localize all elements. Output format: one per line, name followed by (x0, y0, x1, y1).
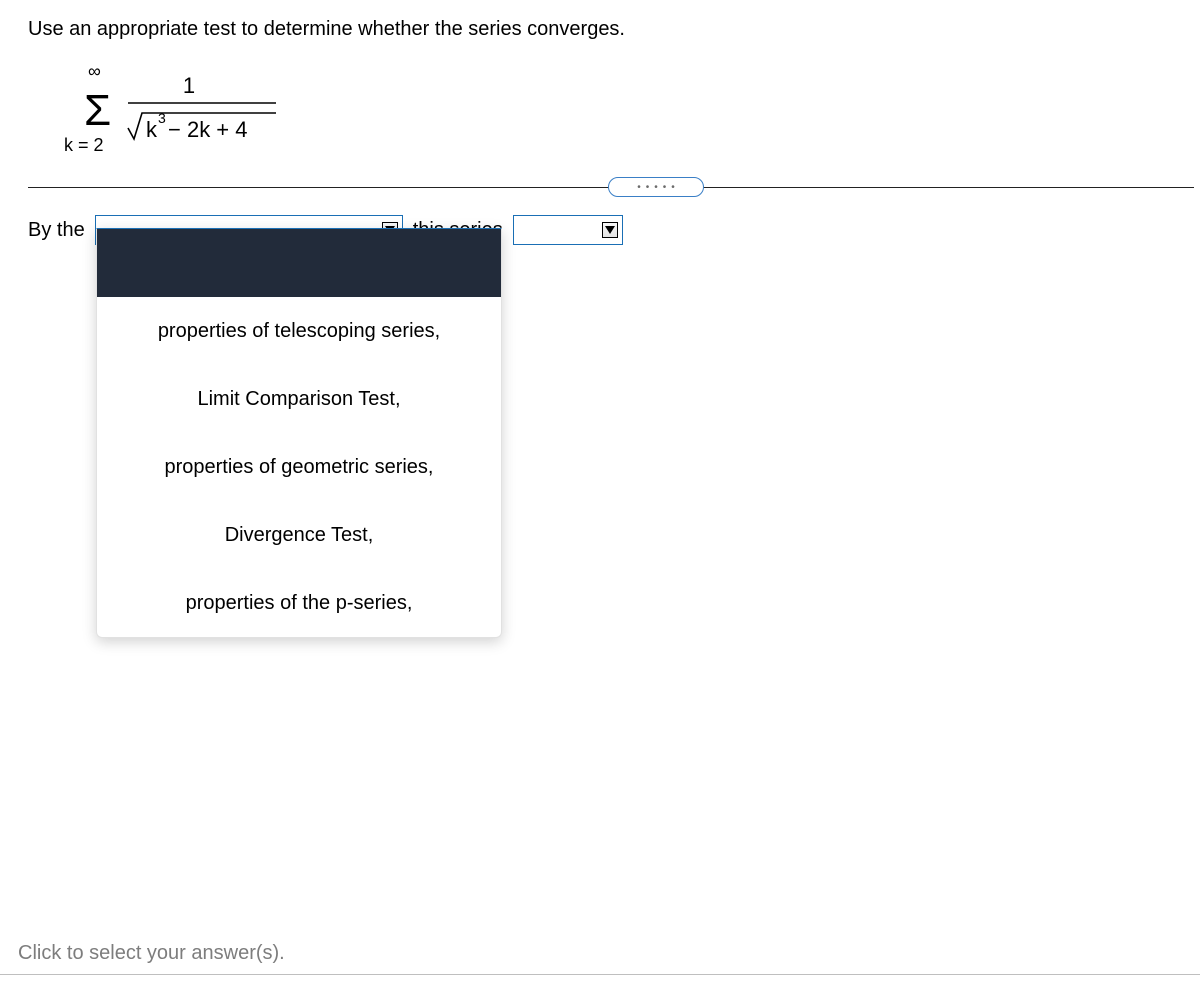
footer-prompt: Click to select your answer(s). (18, 942, 285, 965)
pill-dots-icon: ••••• (632, 182, 680, 193)
section-divider: ••••• (28, 177, 1194, 197)
sigma-symbol: Σ (84, 86, 111, 135)
radicand-exp: 3 (158, 110, 166, 126)
series-formula: ∞ Σ k = 2 1 k 3 − 2k + 4 (64, 65, 1172, 159)
dropdown-option[interactable]: properties of geometric series, (97, 433, 501, 501)
dropdown-option[interactable] (97, 229, 501, 297)
question-text: Use an appropriate test to determine whe… (28, 18, 1172, 41)
bottom-border (0, 974, 1200, 975)
dropdown-option[interactable]: Divergence Test, (97, 501, 501, 569)
dropdown-option[interactable]: properties of telescoping series, (97, 297, 501, 365)
sum-lower: k = 2 (64, 135, 104, 155)
radicand-rest: − 2k + 4 (168, 117, 248, 142)
chevron-down-icon (602, 222, 618, 238)
fraction-numerator: 1 (183, 73, 195, 98)
test-select-dropdown: properties of telescoping series, Limit … (96, 228, 502, 638)
radicand-k: k (146, 117, 158, 142)
dropdown-option[interactable]: Limit Comparison Test, (97, 365, 501, 433)
sum-upper: ∞ (88, 65, 101, 81)
dropdown-option[interactable]: properties of the p-series, (97, 569, 501, 637)
result-select[interactable] (513, 215, 623, 245)
answer-prefix: By the (28, 219, 85, 242)
divider-pill[interactable]: ••••• (608, 177, 704, 197)
